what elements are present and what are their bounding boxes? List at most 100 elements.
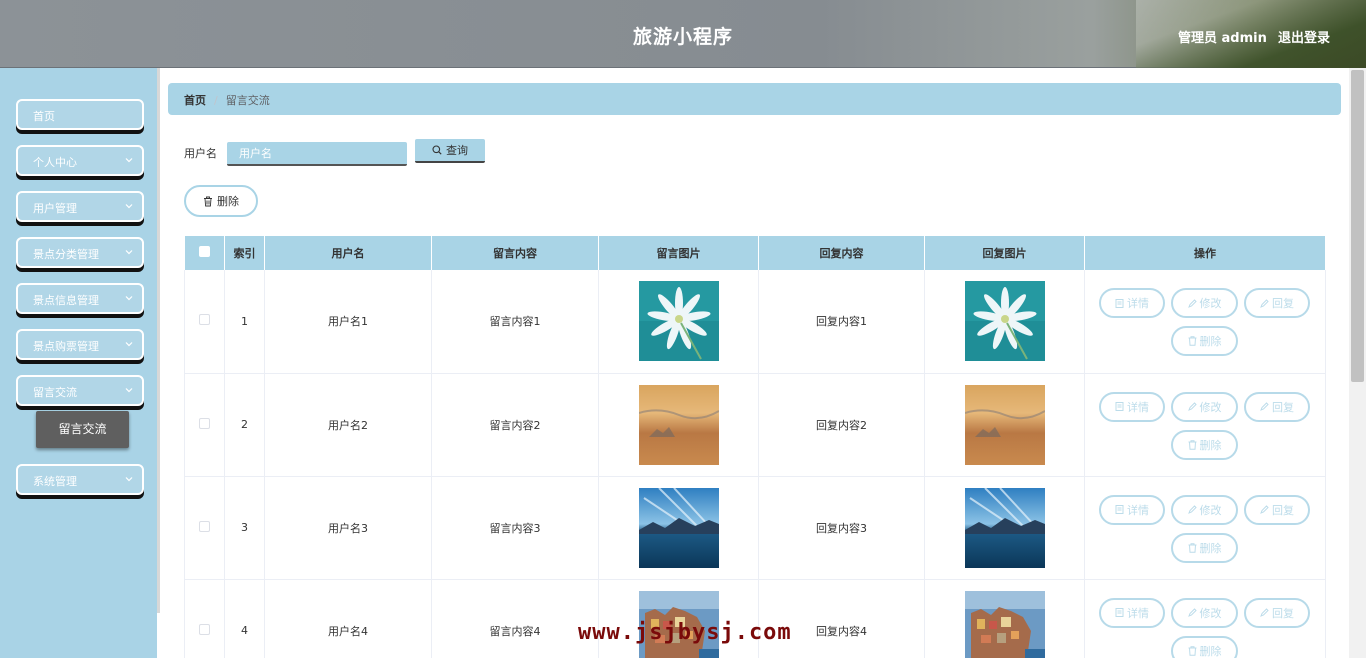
page-scrollbar-thumb[interactable]: [1351, 70, 1364, 382]
document-icon: [1115, 402, 1124, 411]
reply-image-flower[interactable]: [964, 281, 1045, 362]
reply-button[interactable]: 回复: [1244, 494, 1310, 525]
table-row: 4 用户名4 留言内容4 回复内容4 详情 修改 回复 删除: [184, 579, 1326, 658]
detail-label: 详情: [1127, 606, 1149, 620]
delete-button[interactable]: 删除: [1171, 429, 1238, 460]
batch-delete-button[interactable]: 删除: [184, 185, 258, 217]
sidebar-item-label: 景点分类管理: [33, 248, 99, 261]
table-row: 2 用户名2 留言内容2 回复内容2 详情 修改 回复 删除: [184, 373, 1326, 477]
message-image-lake[interactable]: [638, 487, 719, 568]
top-header: 旅游小程序 管理员 admin 退出登录: [0, 0, 1366, 68]
detail-button[interactable]: 详情: [1099, 597, 1165, 628]
chevron-down-icon: [125, 250, 133, 255]
message-image-flower[interactable]: [638, 281, 719, 362]
column-header: 用户名: [264, 236, 432, 270]
delete-label: 删除: [1199, 541, 1222, 555]
breadcrumb-separator: /: [214, 94, 218, 107]
select-all-checkbox[interactable]: [198, 246, 210, 257]
detail-button[interactable]: 详情: [1099, 494, 1165, 525]
breadcrumb-current: 留言交流: [225, 94, 270, 107]
reply-label: 回复: [1272, 297, 1294, 311]
search-input[interactable]: [227, 142, 407, 166]
row-username: 用户名4: [264, 579, 432, 658]
sidebar-item-category-management[interactable]: 景点分类管理: [16, 237, 144, 268]
edit-button[interactable]: 修改: [1171, 288, 1238, 319]
breadcrumb-home[interactable]: 首页: [184, 94, 206, 107]
row-checkbox[interactable]: [199, 520, 210, 532]
reply-image-lake[interactable]: [964, 487, 1045, 568]
trash-icon: [1188, 336, 1196, 347]
reply-label: 回复: [1272, 606, 1294, 620]
sidebar-item-system-management[interactable]: 系统管理: [16, 464, 144, 495]
admin-label: 管理员 admin: [1178, 31, 1267, 46]
query-button[interactable]: 查询: [415, 139, 485, 163]
sidebar-item-ticket-management[interactable]: 景点购票管理: [16, 329, 144, 360]
row-content: 留言内容2: [431, 373, 599, 477]
edit-label: 修改: [1199, 297, 1222, 311]
delete-label: 删除: [1199, 644, 1222, 658]
table-header-row: 索引 用户名 留言内容 留言图片 回复内容 回复图片 操作: [184, 236, 1326, 270]
sidebar-item-user-management[interactable]: 用户管理: [16, 191, 144, 222]
reply-button[interactable]: 回复: [1244, 288, 1310, 319]
search-label: 用户名: [184, 147, 217, 160]
reply-button[interactable]: 回复: [1244, 391, 1310, 422]
document-icon: [1115, 608, 1124, 617]
sidebar-item-label: 景点购票管理: [33, 340, 99, 353]
trash-icon: [1188, 645, 1196, 656]
reply-image-village[interactable]: [964, 590, 1045, 658]
row-content: 留言内容4: [431, 579, 599, 658]
trash-icon: [1188, 439, 1196, 450]
trash-icon: [1188, 542, 1196, 553]
column-header: 索引: [224, 236, 265, 270]
edit-button[interactable]: 修改: [1171, 597, 1238, 628]
column-header: 回复内容: [758, 236, 925, 270]
row-checkbox[interactable]: [199, 417, 210, 429]
select-all-cell[interactable]: [184, 236, 225, 270]
reply-button[interactable]: 回复: [1244, 597, 1310, 628]
sidebar-item-personal-center[interactable]: 个人中心: [16, 145, 144, 176]
table-row: 1 用户名1 留言内容1 回复内容1 详情 修改 回复 删除: [184, 270, 1326, 374]
sidebar-item-scenic-info-management[interactable]: 景点信息管理: [16, 283, 144, 314]
row-reply: 回复内容3: [758, 476, 925, 580]
pencil-icon: [1187, 299, 1197, 308]
sidebar-item-label: 首页: [33, 110, 55, 123]
column-header: 回复图片: [924, 236, 1085, 270]
pencil-icon: [1187, 505, 1197, 514]
watermark: www.jsjbysj.com: [578, 620, 792, 645]
sidebar-item-label: 个人中心: [33, 156, 77, 169]
sidebar-item-home[interactable]: 首页: [16, 99, 144, 130]
row-checkbox[interactable]: [199, 623, 210, 635]
delete-label: 删除: [1199, 438, 1222, 452]
column-header: 操作: [1084, 236, 1326, 270]
batch-delete-label: 删除: [217, 195, 239, 208]
message-image-sunset[interactable]: [638, 384, 719, 465]
detail-button[interactable]: 详情: [1099, 288, 1165, 319]
row-actions: 详情 修改 回复 删除: [1085, 581, 1325, 658]
row-index: 3: [224, 476, 265, 580]
column-header: 留言内容: [431, 236, 599, 270]
submenu-item-message-board[interactable]: 留言交流: [36, 411, 129, 448]
reply-label: 回复: [1272, 400, 1294, 414]
row-username: 用户名1: [264, 270, 432, 374]
row-checkbox[interactable]: [199, 314, 210, 326]
edit-button[interactable]: 修改: [1171, 494, 1238, 525]
pencil-icon: [1260, 402, 1269, 411]
row-actions: 详情 修改 回复 删除: [1085, 375, 1325, 475]
breadcrumb: 首页 / 留言交流: [168, 83, 1341, 115]
row-reply: 回复内容1: [758, 270, 925, 374]
edit-label: 修改: [1199, 503, 1222, 517]
reply-image-sunset[interactable]: [964, 384, 1045, 465]
query-button-label: 查询: [446, 144, 468, 157]
chevron-down-icon: [125, 388, 133, 393]
sidebar-item-message-board[interactable]: 留言交流: [16, 375, 144, 406]
delete-button[interactable]: 删除: [1171, 532, 1238, 563]
delete-button[interactable]: 删除: [1171, 326, 1238, 357]
pencil-icon: [1187, 402, 1197, 411]
delete-label: 删除: [1199, 335, 1222, 349]
delete-button[interactable]: 删除: [1171, 635, 1238, 658]
sidebar-divider: [157, 68, 160, 613]
detail-button[interactable]: 详情: [1099, 391, 1165, 422]
edit-button[interactable]: 修改: [1171, 391, 1238, 422]
logout-link[interactable]: 退出登录: [1278, 27, 1330, 46]
reply-label: 回复: [1272, 503, 1294, 517]
